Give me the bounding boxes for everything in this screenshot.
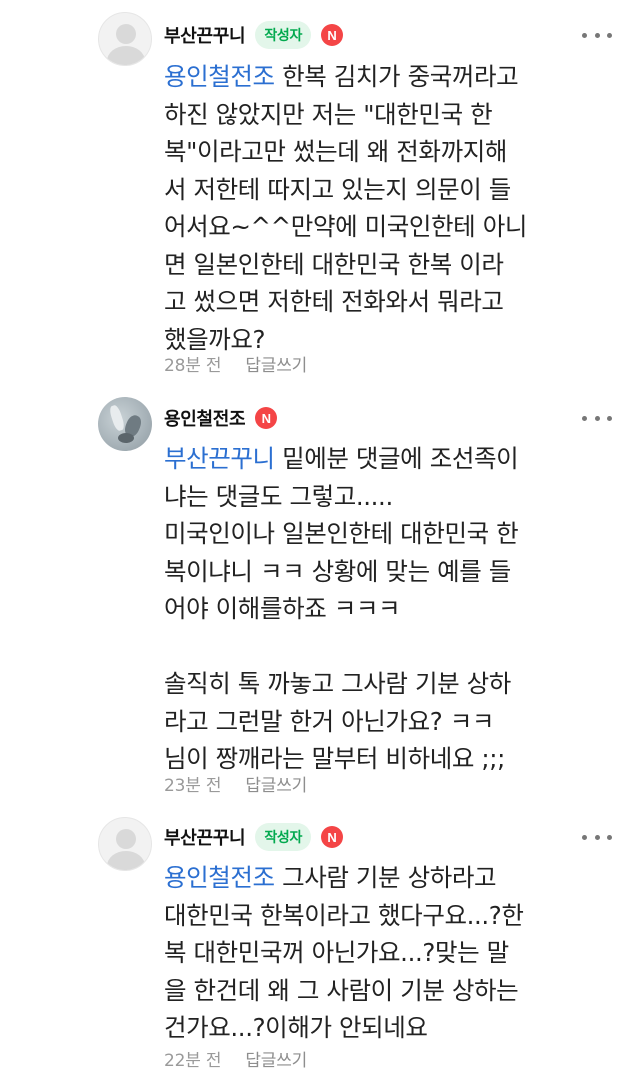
new-badge-icon: N [321, 826, 344, 848]
comment-line: 그사람 기분 상하라고 [274, 863, 497, 892]
comment-meta: 22분 전 답글쓰기 [164, 1046, 307, 1071]
comment-line: 건가요...?이해가 안되네요 [164, 1013, 428, 1042]
reply-button[interactable]: 답글쓰기 [245, 1046, 307, 1071]
comment-time: 22분 전 [164, 1051, 222, 1071]
nickname[interactable]: 부산끈꾸니 [164, 824, 246, 850]
mention-link[interactable]: 용인철전조 [164, 863, 275, 892]
comment-text: 용인철전조 그사람 기분 상하라고 대한민국 한복이라고 했다구요...?한 복… [164, 859, 614, 1047]
comment-item: 부산끈꾸니 작성자 N 용인철전조 그사람 기분 상하라고 대한민국 한복이라고… [0, 0, 640, 1081]
author-badge: 작성자 [255, 823, 312, 851]
comment-header: 부산끈꾸니 작성자 N [164, 820, 344, 854]
default-avatar-icon[interactable] [98, 817, 152, 871]
comment-line: 을 한건데 왜 그 사람이 기분 상하는 [164, 975, 519, 1005]
comment-line: 대한민국 한복이라고 했다구요...?한 [164, 900, 524, 930]
comment-line: 복 대한민국꺼 아닌가요...?맞는 말 [164, 938, 509, 967]
more-options-icon[interactable] [582, 827, 612, 847]
